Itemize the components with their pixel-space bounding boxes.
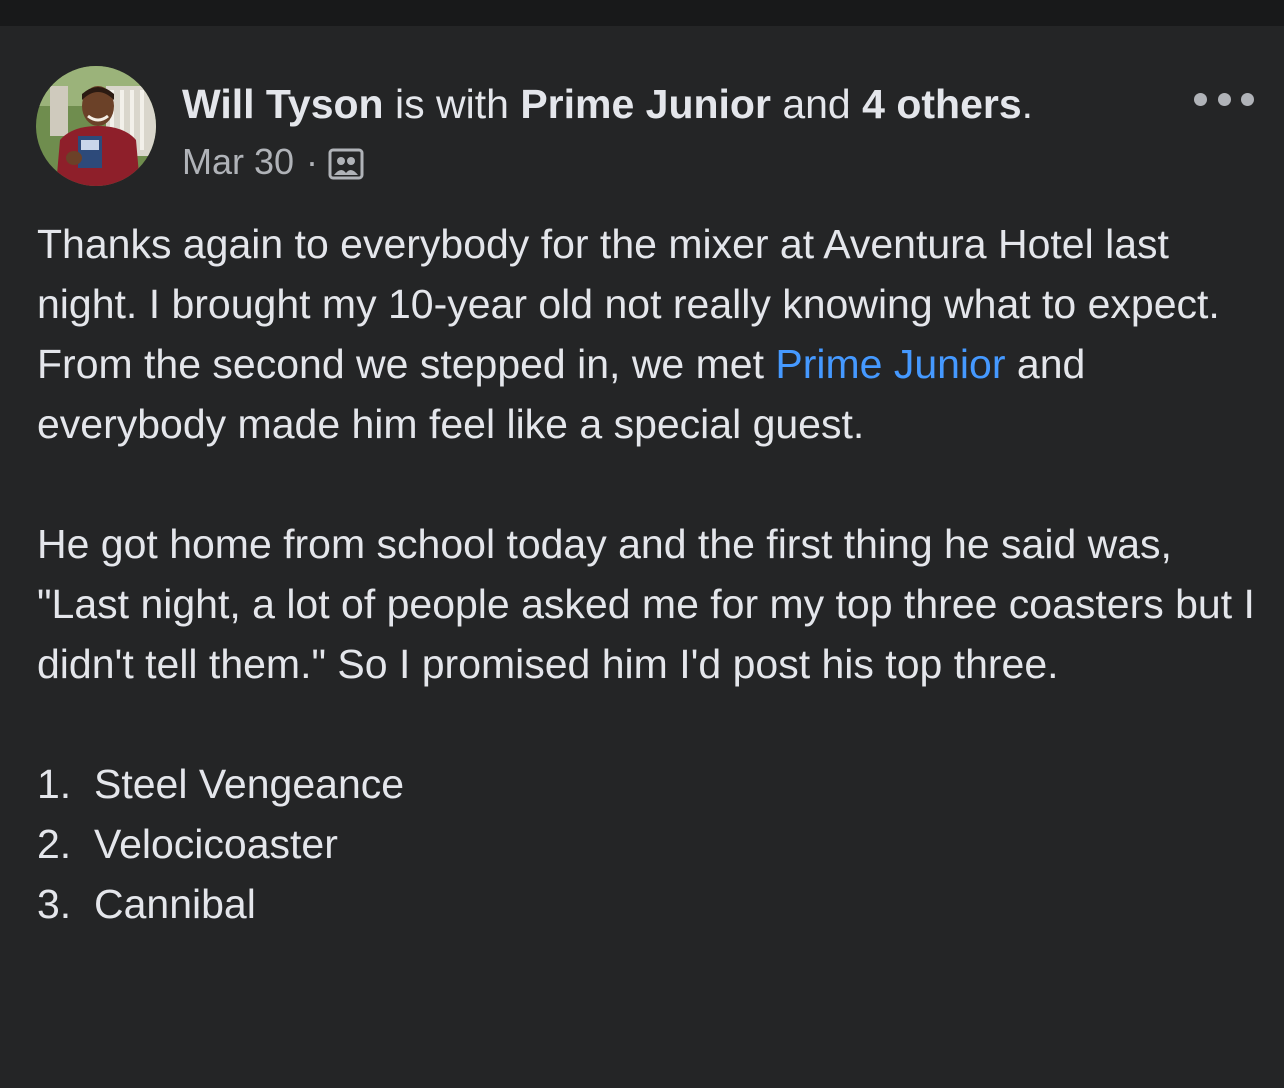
mention-link[interactable]: Prime Junior (775, 341, 1005, 387)
list-label: Cannibal (94, 881, 256, 927)
list-number: 3. (37, 881, 72, 927)
period: . (1021, 81, 1034, 127)
list-item: 1. Steel Vengeance (37, 754, 1257, 814)
list-item: 2. Velocicoaster (37, 814, 1257, 874)
top-bar (0, 0, 1284, 26)
post-card: Will Tyson is with Prime Junior and 4 ot… (0, 26, 1284, 1088)
avatar-photo (36, 66, 156, 186)
more-dot (1194, 92, 1207, 106)
paragraph-1: Thanks again to everybody for the mixer … (37, 214, 1257, 454)
and-text: and (770, 81, 863, 127)
list-number: 2. (37, 821, 72, 867)
post-date[interactable]: Mar 30 (182, 140, 294, 184)
friends-group-icon[interactable] (328, 147, 364, 181)
post-header: Will Tyson is with Prime Junior and 4 ot… (182, 78, 1033, 130)
others-link[interactable]: 4 others (862, 81, 1022, 127)
more-options-icon[interactable] (1194, 84, 1254, 114)
paragraph-2: He got home from school today and the fi… (37, 521, 1255, 687)
author-name[interactable]: Will Tyson (182, 81, 384, 127)
meta-separator: · (306, 141, 319, 182)
tagged-person[interactable]: Prime Junior (520, 81, 771, 127)
post-body: Thanks again to everybody for the mixer … (37, 214, 1257, 934)
list-item: 3. Cannibal (37, 874, 1257, 934)
is-with-text: is with (383, 81, 521, 127)
author-avatar[interactable] (36, 66, 156, 186)
list-label: Velocicoaster (94, 821, 338, 867)
more-dot (1241, 92, 1254, 106)
list-number: 1. (37, 761, 72, 807)
list-label: Steel Vengeance (94, 761, 405, 807)
more-dot (1217, 92, 1231, 106)
post-meta: Mar 30 · (182, 140, 364, 184)
